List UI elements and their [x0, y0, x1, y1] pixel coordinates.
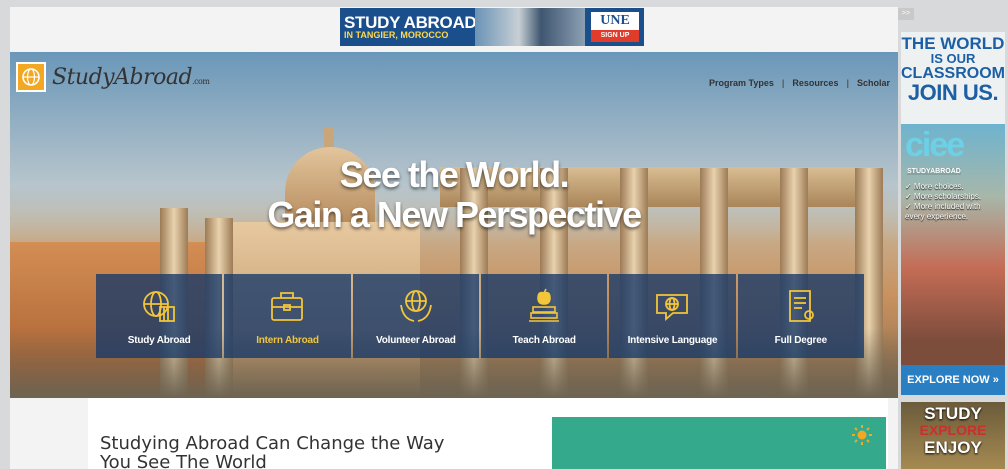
- sun-icon: [852, 425, 872, 445]
- top-ad-photo: [475, 8, 585, 46]
- category-label: Intensive Language: [627, 335, 718, 346]
- right-sidebar: THE WORLD IS OUR CLASSROOM. JOIN US. cie…: [901, 32, 1005, 469]
- logo-suffix: .com: [192, 76, 210, 86]
- top-ad-text: STUDY ABROAD IN TANGIER, MOROCCO: [340, 12, 477, 40]
- category-volunteer-abroad[interactable]: Volunteer Abroad: [352, 274, 479, 358]
- apple-books-icon: [529, 288, 560, 322]
- nav-program-types[interactable]: Program Types: [701, 78, 782, 88]
- ad2-line3: ENJOY: [924, 438, 982, 457]
- nav-resources[interactable]: Resources: [784, 78, 846, 88]
- sidebar-ad-ciee[interactable]: THE WORLD IS OUR CLASSROOM. JOIN US. cie…: [901, 32, 1005, 395]
- ad-brand: ciee: [905, 126, 965, 164]
- category-intern-abroad[interactable]: Intern Abroad: [224, 274, 351, 358]
- hero-section: StudyAbroad.com Program Types | Resource…: [10, 52, 898, 398]
- ad2-line2: EXPLORE: [919, 422, 987, 438]
- ad-brand-sub: STUDYABROAD: [907, 168, 961, 175]
- teal-promo-box[interactable]: [552, 417, 886, 469]
- top-nav: Program Types | Resources | Scholar: [701, 78, 898, 88]
- ad-bullet: ✓ More choices.: [905, 182, 964, 191]
- browser-frame: STUDY ABROAD IN TANGIER, MOROCCO UNE SIG…: [0, 0, 1008, 469]
- category-teach-abroad[interactable]: Teach Abroad: [480, 274, 608, 358]
- ad-bullet: ✓ More included with: [905, 202, 981, 211]
- ad-line1: THE WORLD: [901, 34, 1005, 53]
- top-ad-brand: UNE: [600, 13, 630, 28]
- content-heading: Studying Abroad Can Change the Way You S…: [100, 433, 445, 469]
- briefcase-icon: [271, 292, 304, 321]
- explore-now-button[interactable]: EXPLORE NOW »: [901, 365, 1005, 395]
- ad-expand-button[interactable]: >>: [898, 8, 914, 20]
- top-banner-ad[interactable]: STUDY ABROAD IN TANGIER, MOROCCO UNE SIG…: [340, 8, 644, 46]
- logo-globe-icon: [16, 62, 46, 92]
- content-section: Studying Abroad Can Change the Way You S…: [88, 398, 888, 469]
- ad-line2: IS OUR: [930, 51, 976, 66]
- category-bar: Study Abroad Intern Abroad Volunteer Abr…: [96, 274, 864, 358]
- hero-headline-line2: Gain a New Perspective: [267, 194, 642, 235]
- category-intensive-language[interactable]: Intensive Language: [609, 274, 736, 358]
- hero-headline-line1: See the World.: [339, 154, 570, 195]
- ad-line4: JOIN US.: [907, 80, 999, 105]
- ad-bullets: ✓ More choices. ✓ More scholarships. ✓ M…: [905, 182, 981, 222]
- top-ad-brand-box: UNE SIGN UP: [590, 11, 640, 43]
- ad-bullet: every experience.: [905, 212, 969, 221]
- nav-scholarships[interactable]: Scholar: [849, 78, 898, 88]
- globe-books-icon: [143, 291, 176, 322]
- logo-main: StudyAbroad: [52, 64, 193, 90]
- top-ad-title: STUDY ABROAD: [344, 12, 477, 32]
- ad-bullet: ✓ More scholarships.: [905, 192, 982, 201]
- ad2-line1: STUDY: [924, 404, 982, 423]
- category-label: Full Degree: [774, 335, 827, 346]
- category-label: Teach Abroad: [512, 335, 576, 346]
- hands-globe-icon: [399, 290, 432, 322]
- category-label: Study Abroad: [127, 335, 191, 346]
- site-logo[interactable]: StudyAbroad.com: [16, 62, 210, 92]
- category-label: Intern Abroad: [256, 335, 319, 346]
- category-study-abroad[interactable]: Study Abroad: [96, 274, 223, 358]
- category-full-degree[interactable]: Full Degree: [737, 274, 864, 358]
- top-ad-signup[interactable]: SIGN UP: [591, 30, 639, 42]
- sidebar-ad-study-explore[interactable]: STUDY EXPLORE ENJOY: [901, 402, 1005, 469]
- speech-globe-icon: [656, 294, 689, 321]
- category-label: Volunteer Abroad: [376, 335, 456, 346]
- logo-text: StudyAbroad.com: [52, 64, 210, 90]
- diploma-icon: [788, 290, 814, 322]
